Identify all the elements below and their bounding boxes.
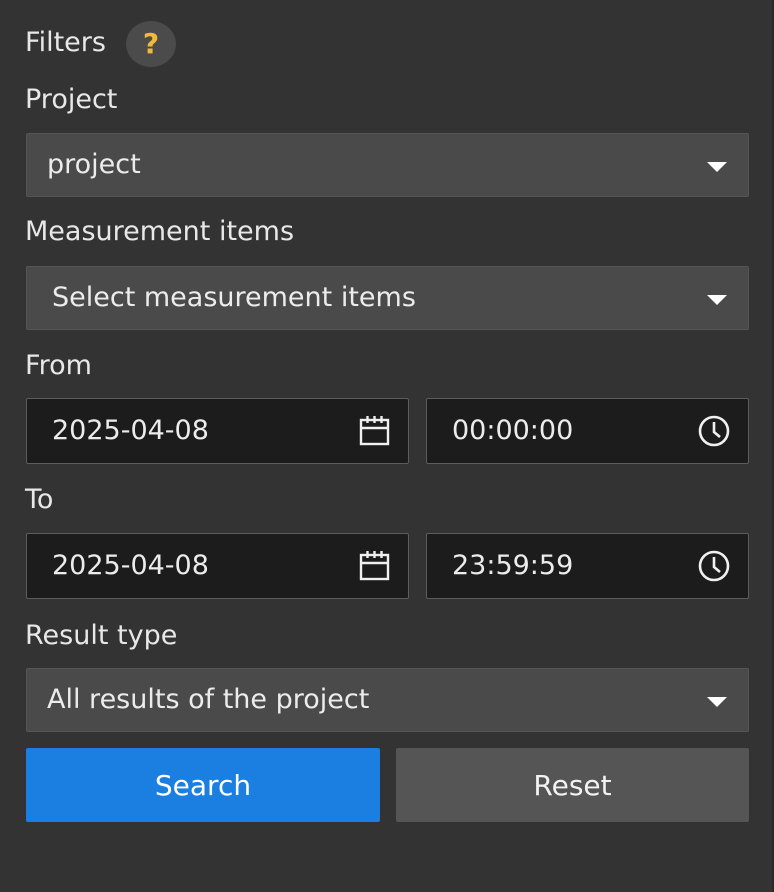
calendar-icon[interactable] [358, 549, 392, 583]
caret-down-icon [707, 295, 727, 305]
search-button[interactable]: Search [26, 748, 380, 822]
to-label: To [25, 484, 54, 515]
measurement-items-select[interactable]: Select measurement items [26, 266, 749, 330]
caret-down-icon [707, 162, 727, 172]
from-label: From [25, 350, 92, 381]
project-label: Project [25, 84, 118, 115]
project-select-value: project [47, 149, 141, 180]
caret-down-icon [707, 697, 727, 707]
clock-icon[interactable] [697, 414, 731, 448]
from-date-value: 2025-04-08 [52, 415, 209, 446]
from-time-input[interactable]: 00:00:00 [426, 398, 749, 464]
help-icon[interactable]: ? [126, 21, 176, 67]
result-type-select[interactable]: All results of the project [26, 668, 749, 732]
to-time-value: 23:59:59 [452, 550, 574, 581]
from-time-value: 00:00:00 [452, 415, 574, 446]
filters-title: Filters [25, 27, 106, 58]
result-type-label: Result type [25, 620, 178, 651]
to-date-input[interactable]: 2025-04-08 [26, 533, 409, 599]
clock-icon[interactable] [697, 549, 731, 583]
measurement-items-placeholder: Select measurement items [52, 282, 416, 313]
result-type-value: All results of the project [47, 684, 370, 715]
reset-button[interactable]: Reset [396, 748, 749, 822]
from-date-input[interactable]: 2025-04-08 [26, 398, 409, 464]
project-select[interactable]: project [26, 133, 749, 197]
filters-panel: Filters ? Project project Measurement it… [0, 0, 774, 892]
to-date-value: 2025-04-08 [52, 550, 209, 581]
calendar-icon[interactable] [358, 414, 392, 448]
to-time-input[interactable]: 23:59:59 [426, 533, 749, 599]
measurement-items-label: Measurement items [25, 216, 295, 247]
